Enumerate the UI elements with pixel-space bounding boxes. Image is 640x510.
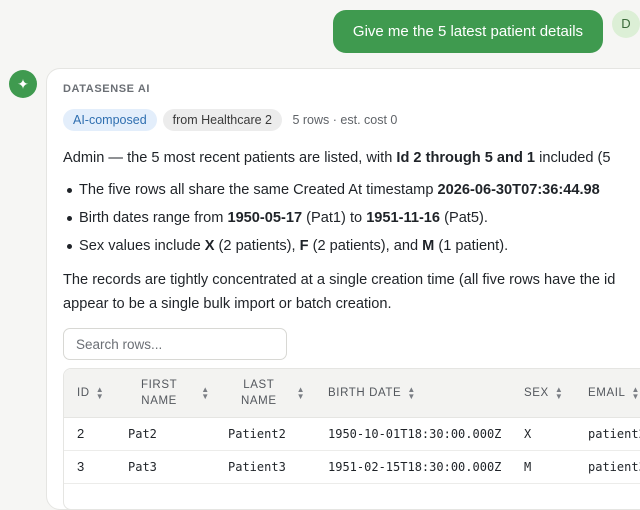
cell-email: patient3: [588, 460, 640, 474]
cell-sex: X: [524, 427, 532, 441]
source-badge: from Healthcare 2: [162, 109, 283, 131]
summary-text: Admin — the 5 most recent patients are l…: [63, 148, 640, 168]
column-header-last-name[interactable]: LAST NAME ▲ ▼: [241, 369, 305, 417]
insight-text: (Pat1) to: [302, 210, 367, 226]
insight-bold: M: [422, 238, 435, 254]
sort-icon: ▲ ▼: [554, 385, 564, 401]
column-label: FIRST NAME: [141, 377, 177, 409]
cell-id: 2: [77, 426, 85, 441]
results-table: ID ▲ ▼ FIRST NAME ▲ ▼ LAST NAME ▲ ▼ BIRTH DAT…: [63, 368, 640, 509]
insight-item: Birth dates range from 1950-05-17 (Pat1)…: [63, 208, 640, 236]
response-badges: AI-composed from Healthcare 2 5 rows · es…: [63, 109, 397, 131]
cell-first-name: Pat2: [128, 427, 157, 441]
column-header-first-name[interactable]: FIRST NAME ▲ ▼: [141, 369, 210, 417]
sort-icon: ▲ ▼: [296, 385, 306, 401]
column-label-line: LAST: [243, 379, 275, 391]
query-meta: 5 rows · est. cost 0: [292, 113, 398, 127]
insight-text: The five rows all share the same Created…: [79, 182, 438, 198]
column-label-line: FIRST: [141, 379, 178, 391]
assistant-brand-label: DATASENSE AI: [63, 83, 151, 95]
analysis-line: appear to be a single bulk import or bat…: [63, 296, 392, 312]
cell-birth-date: 1950-10-01T18:30:00.000Z: [328, 427, 502, 441]
insight-item: The five rows all share the same Created…: [63, 180, 640, 208]
column-label-line: NAME: [141, 395, 177, 407]
analysis-paragraph: The records are tightly concentrated at …: [63, 268, 640, 316]
column-label-line: NAME: [241, 395, 277, 407]
column-label: ID: [77, 387, 90, 399]
column-label: EMAIL: [588, 387, 626, 399]
cell-first-name: Pat3: [128, 460, 157, 474]
user-message-bubble: Give me the 5 latest patient details: [333, 10, 603, 53]
cell-birth-date: 1951-02-15T18:30:00.000Z: [328, 460, 502, 474]
column-label: LAST NAME: [241, 377, 277, 409]
insight-text: (2 patients),: [214, 238, 300, 254]
sparkle-icon: ✦: [17, 76, 29, 92]
ai-composed-badge: AI-composed: [63, 109, 157, 131]
column-header-id[interactable]: ID ▲ ▼: [77, 369, 104, 417]
cell-email: patient2: [588, 427, 640, 441]
table-row[interactable]: 3 Pat3 Patient3 1951-02-15T18:30:00.000Z…: [64, 451, 640, 484]
insight-bold: 1951-11-16: [366, 210, 441, 226]
insight-item: Sex values include X (2 patients), F (2 …: [63, 236, 640, 264]
table-row[interactable]: 2 Pat2 Patient2 1950-10-01T18:30:00.000Z…: [64, 418, 640, 451]
sort-icon: ▲ ▼: [95, 385, 105, 401]
column-header-sex[interactable]: SEX ▲ ▼: [524, 369, 563, 417]
insight-text: (2 patients), and: [308, 238, 423, 254]
insight-text: (1 patient).: [434, 238, 509, 254]
insight-bold: 1950-05-17: [227, 210, 303, 226]
cell-id: 3: [77, 459, 85, 474]
assistant-response-card: DATASENSE AI AI-composed from Healthcare …: [46, 68, 640, 510]
analysis-line: The records are tightly concentrated at …: [63, 272, 616, 288]
sort-icon: ▲ ▼: [201, 385, 210, 401]
insight-bold: F: [299, 238, 309, 254]
user-avatar[interactable]: D: [612, 10, 640, 38]
cell-last-name: Patient2: [228, 427, 286, 441]
insight-text: (Pat5).: [440, 210, 488, 226]
cell-sex: M: [524, 460, 532, 474]
summary-pre: Admin — the 5 most recent patients are l…: [63, 150, 397, 166]
insight-text: Birth dates range from: [79, 210, 228, 226]
sort-icon: ▲ ▼: [407, 385, 416, 401]
column-header-birth-date[interactable]: BIRTH DATE ▲ ▼: [328, 369, 416, 417]
column-label: SEX: [524, 387, 549, 399]
insight-list: The five rows all share the same Created…: [63, 180, 640, 264]
ai-avatar: ✦: [9, 70, 37, 98]
cell-last-name: Patient3: [228, 460, 286, 474]
user-message-row: Give me the 5 latest patient details D: [0, 10, 640, 54]
summary-post: included (5: [535, 150, 611, 166]
search-rows-input[interactable]: [63, 328, 287, 360]
column-header-email[interactable]: EMAIL ▲ ▼: [588, 369, 640, 417]
sort-icon: ▲ ▼: [631, 385, 640, 401]
table-header: ID ▲ ▼ FIRST NAME ▲ ▼ LAST NAME ▲ ▼ BIRTH DAT…: [64, 369, 640, 418]
insight-text: Sex values include: [79, 238, 205, 254]
summary-bold: Id 2 through 5 and 1: [396, 150, 536, 166]
column-label: BIRTH DATE: [328, 387, 402, 399]
insight-bold: 2026-06-30T07:36:44.98: [437, 182, 600, 198]
